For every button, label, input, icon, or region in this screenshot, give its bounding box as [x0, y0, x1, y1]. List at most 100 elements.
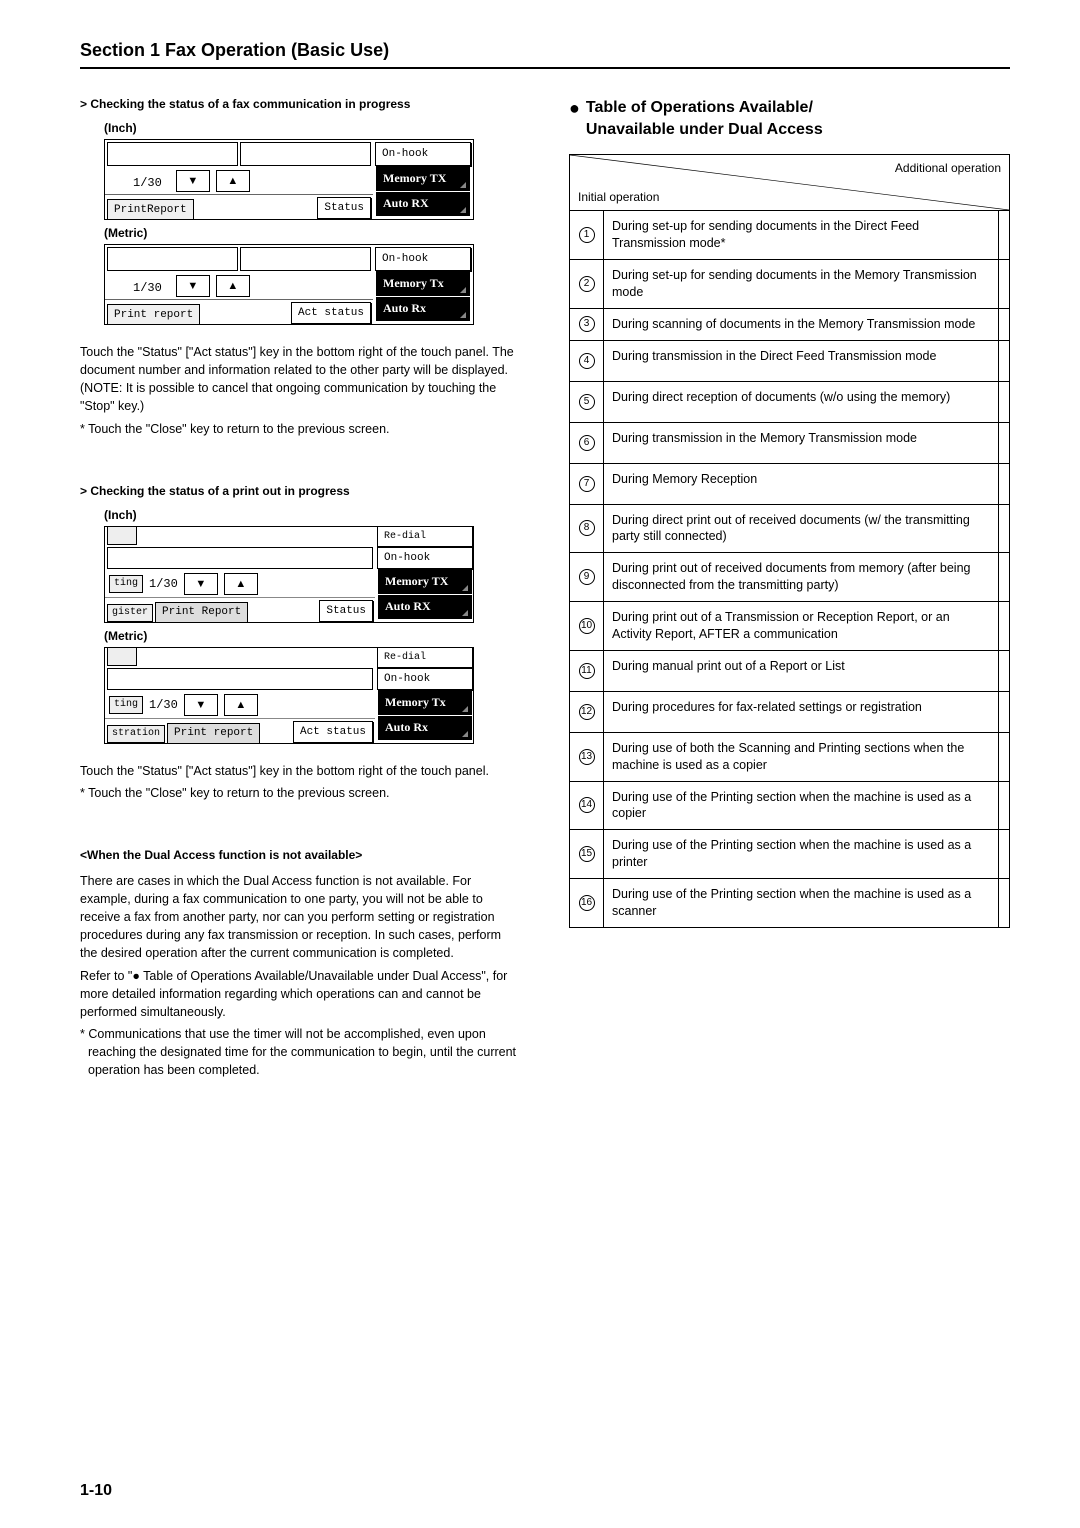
row-number: 1 [570, 211, 604, 259]
row-text: During scanning of documents in the Memo… [604, 309, 999, 340]
tab-print-report[interactable]: PrintReport [107, 199, 194, 219]
section-title: Section 1 Fax Operation (Basic Use) [80, 40, 1010, 69]
row-number: 10 [570, 602, 604, 650]
label-initial-op: Initial operation [578, 190, 659, 204]
row-number: 4 [570, 341, 604, 381]
table-row: 5During direct reception of documents (w… [570, 382, 1009, 423]
down-arrow-button[interactable]: ▼ [176, 275, 210, 297]
operations-table: Additional operation Initial operation 1… [569, 154, 1010, 928]
down-arrow-button[interactable]: ▼ [184, 573, 218, 595]
table-row: 3During scanning of documents in the Mem… [570, 309, 1009, 341]
row-number: 2 [570, 260, 604, 308]
page-counter: 1/30 [149, 698, 178, 712]
table-row: 6During transmission in the Memory Trans… [570, 423, 1009, 464]
lcd-panel-print-inch: Re-dial On-hook Memory TX Auto RX ting 1… [104, 526, 474, 623]
tab-print-report[interactable]: Print Report [155, 602, 248, 622]
act-status-button[interactable]: Act status [291, 302, 371, 324]
row-text: During use of the Printing section when … [604, 830, 999, 878]
tab-gister[interactable]: gister [107, 604, 153, 622]
tab-print-report[interactable]: Print report [107, 304, 200, 324]
heading-dual-access-na: <When the Dual Access function is not av… [80, 848, 521, 862]
paragraph-note: * Touch the "Close" key to return to the… [80, 784, 521, 802]
row-number: 9 [570, 553, 604, 601]
paragraph-note: * Communications that use the timer will… [80, 1025, 521, 1079]
page-number: 1-10 [80, 1482, 112, 1500]
table-row: 7During Memory Reception [570, 464, 1009, 505]
tab-stration[interactable]: stration [107, 725, 165, 743]
row-number: 6 [570, 423, 604, 463]
on-hook-button[interactable]: On-hook [375, 142, 471, 166]
page-counter: 1/30 [109, 281, 170, 297]
table-header: Additional operation Initial operation [570, 155, 1009, 211]
memory-tx-button[interactable]: Memory Tx [378, 691, 472, 715]
row-text: During set-up for sending documents in t… [604, 260, 999, 308]
paragraph: Touch the "Status" ["Act status"] key in… [80, 762, 521, 780]
row-number: 3 [570, 309, 604, 340]
row-number: 14 [570, 782, 604, 830]
tab-ting[interactable]: ting [109, 696, 143, 714]
re-dial-button[interactable]: Re-dial [377, 527, 473, 547]
auto-rx-button[interactable]: Auto Rx [376, 297, 470, 321]
row-number: 5 [570, 382, 604, 422]
row-number: 7 [570, 464, 604, 504]
row-text: During print out of a Transmission or Re… [604, 602, 999, 650]
status-button[interactable]: Status [319, 600, 373, 622]
heading-table-ops: ● Table of Operations Available/ Unavail… [569, 97, 1010, 140]
up-arrow-button[interactable]: ▲ [224, 573, 258, 595]
memory-tx-button[interactable]: Memory TX [376, 167, 470, 191]
table-row: 8During direct print out of received doc… [570, 505, 1009, 554]
paragraph: Touch the "Status" ["Act status"] key in… [80, 343, 521, 416]
row-text: During transmission in the Direct Feed T… [604, 341, 999, 381]
page-counter: 1/30 [149, 577, 178, 591]
down-arrow-button[interactable]: ▼ [184, 694, 218, 716]
row-number: 13 [570, 733, 604, 781]
row-number: 8 [570, 505, 604, 553]
row-text: During use of the Printing section when … [604, 782, 999, 830]
table-row: 11During manual print out of a Report or… [570, 651, 1009, 692]
left-column: > Checking the status of a fax communica… [80, 97, 521, 1083]
label-metric: (Metric) [104, 629, 521, 643]
row-number: 16 [570, 879, 604, 927]
heading-line1: Table of Operations Available/ [586, 99, 813, 116]
heading-fax-status: > Checking the status of a fax communica… [80, 97, 521, 111]
lcd-panel-print-metric: Re-dial On-hook Memory Tx Auto Rx ting 1… [104, 647, 474, 744]
table-row: 9During print out of received documents … [570, 553, 1009, 602]
label-inch: (Inch) [104, 121, 521, 135]
lcd-panel-fax-metric: 1/30 ▼ ▲ Print report Act status On-hook… [104, 244, 474, 325]
bullet-icon: ● [569, 97, 580, 140]
auto-rx-button[interactable]: Auto RX [376, 192, 470, 216]
label-metric: (Metric) [104, 226, 521, 240]
down-arrow-button[interactable]: ▼ [176, 170, 210, 192]
on-hook-button[interactable]: On-hook [377, 668, 473, 690]
row-text: During print out of received documents f… [604, 553, 999, 601]
auto-rx-button[interactable]: Auto RX [378, 595, 472, 619]
row-text: During transmission in the Memory Transm… [604, 423, 999, 463]
right-column: ● Table of Operations Available/ Unavail… [569, 97, 1010, 1083]
row-text: During set-up for sending documents in t… [604, 211, 999, 259]
row-text: During direct print out of received docu… [604, 505, 999, 553]
row-number: 12 [570, 692, 604, 732]
paragraph-note: * Touch the "Close" key to return to the… [80, 420, 521, 438]
row-text: During manual print out of a Report or L… [604, 651, 999, 691]
table-row: 10During print out of a Transmission or … [570, 602, 1009, 651]
status-button[interactable]: Status [317, 197, 371, 219]
row-text: During use of the Printing section when … [604, 879, 999, 927]
tab-print-report[interactable]: Print report [167, 723, 260, 743]
memory-tx-button[interactable]: Memory TX [378, 570, 472, 594]
act-status-button[interactable]: Act status [293, 721, 373, 743]
auto-rx-button[interactable]: Auto Rx [378, 716, 472, 740]
on-hook-button[interactable]: On-hook [377, 547, 473, 569]
row-number: 15 [570, 830, 604, 878]
up-arrow-button[interactable]: ▲ [216, 275, 250, 297]
row-text: During use of both the Scanning and Prin… [604, 733, 999, 781]
re-dial-button[interactable]: Re-dial [377, 648, 473, 668]
memory-tx-button[interactable]: Memory Tx [376, 272, 470, 296]
up-arrow-button[interactable]: ▲ [216, 170, 250, 192]
on-hook-button[interactable]: On-hook [375, 247, 471, 271]
up-arrow-button[interactable]: ▲ [224, 694, 258, 716]
table-row: 14During use of the Printing section whe… [570, 782, 1009, 831]
row-text: During Memory Reception [604, 464, 999, 504]
row-number: 11 [570, 651, 604, 691]
tab-ting[interactable]: ting [109, 575, 143, 593]
row-text: During direct reception of documents (w/… [604, 382, 999, 422]
